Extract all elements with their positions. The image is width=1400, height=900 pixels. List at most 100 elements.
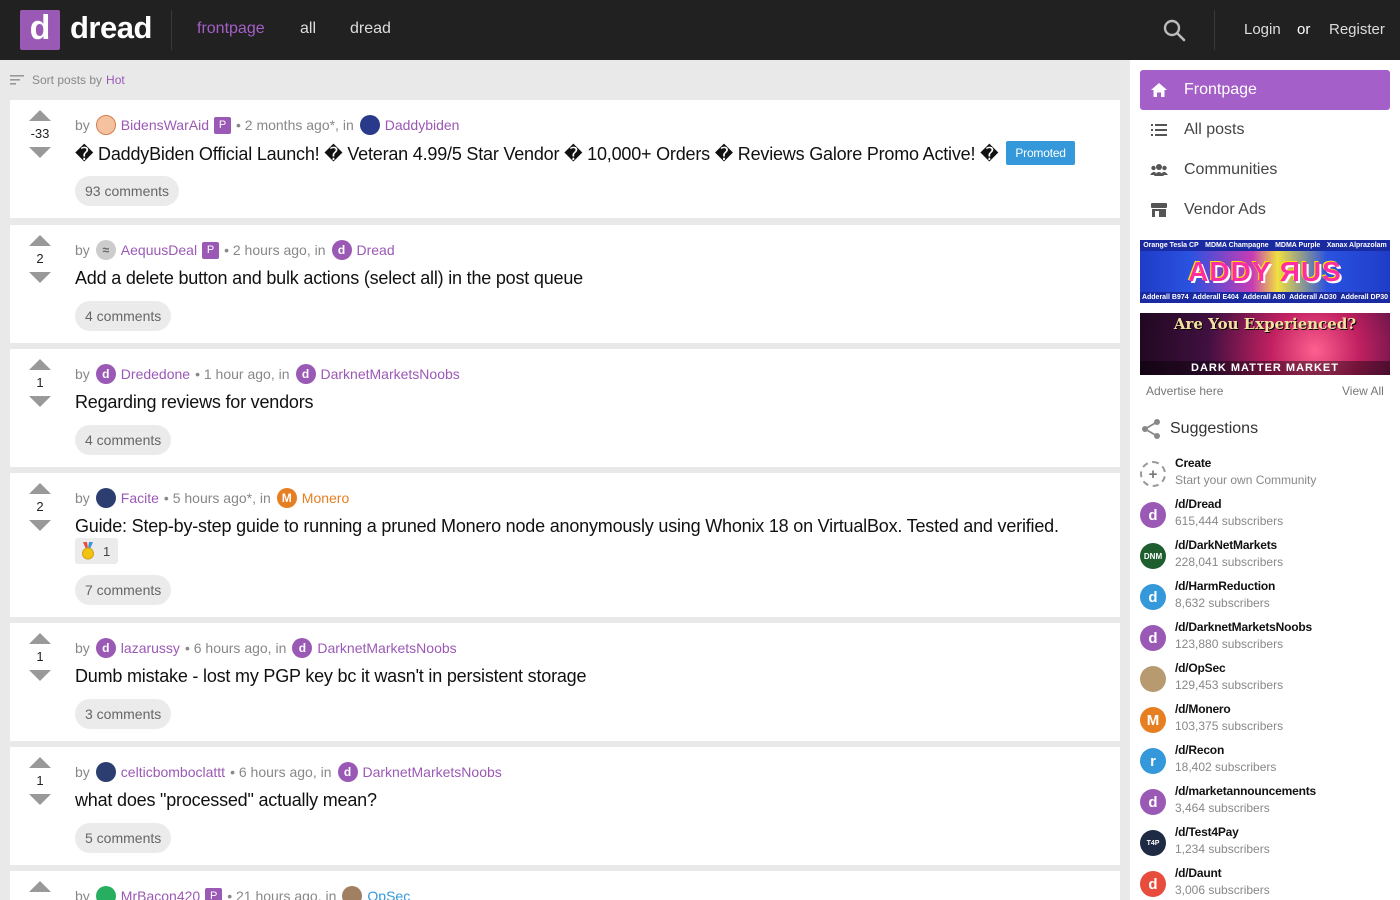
community-avatar[interactable]: d [295,364,316,384]
suggestion-item[interactable]: d /d/Daunt 3,006 subscribers [1140,866,1390,900]
logo-letter: d [29,9,51,47]
site-name[interactable]: dread [70,10,152,46]
view-all-link[interactable]: View All [1342,384,1384,398]
community-avatar[interactable]: d [331,240,352,260]
user-avatar[interactable]: d [95,638,116,658]
award-count: 1 [103,543,111,559]
nav-all[interactable]: all [300,20,316,38]
upvote-icon[interactable] [29,110,51,121]
suggestion-item[interactable]: d /d/Dread 615,444 subscribers [1140,497,1390,533]
downvote-icon[interactable] [29,272,51,283]
downvote-icon[interactable] [29,147,51,158]
suggestion-item[interactable]: T4P /d/Test4Pay 1,234 subscribers [1140,825,1390,861]
downvote-icon[interactable] [29,396,51,407]
post-author[interactable]: Facite [121,490,159,506]
community-avatar[interactable]: d [337,762,358,782]
community-avatar[interactable]: d [292,638,313,658]
community-avatar [1140,666,1166,692]
post-title[interactable]: Regarding reviews for vendors [75,392,314,413]
banner-ad-addyrus[interactable]: Orange Tesla CP MDMA Champagne MDMA Purp… [1140,240,1390,303]
monero-icon: M [1140,707,1166,733]
upvote-icon[interactable] [29,235,51,246]
user-avatar[interactable] [95,762,116,782]
nav-frontpage[interactable]: frontpage [197,20,265,38]
upvote-icon[interactable] [29,359,51,370]
suggestion-item[interactable]: r /d/Recon 18,402 subscribers [1140,743,1390,779]
post-meta: by Facite • 5 hours ago*, in M Monero [75,488,349,508]
comments-button[interactable]: 7 comments [75,575,172,605]
advertise-link[interactable]: Advertise here [1146,384,1223,398]
suggestion-sub: 8,632 subscribers [1175,596,1270,610]
user-avatar[interactable] [95,115,116,135]
sort-control[interactable]: Sort posts by Hot [10,72,125,88]
comments-button[interactable]: 4 comments [75,425,172,455]
suggestion-item[interactable]: M /d/Monero 103,375 subscribers [1140,702,1390,738]
post-author[interactable]: Drededone [121,366,190,382]
suggestion-item[interactable]: DNM /d/DarkNetMarkets 228,041 subscriber… [1140,538,1390,574]
sort-value[interactable]: Hot [106,73,125,87]
comments-button[interactable]: 5 comments [75,823,172,853]
banner-ad-dark-matter[interactable]: Are You Experienced? DARK MATTER MARKET [1140,313,1390,375]
community-avatar[interactable] [342,886,363,900]
post-title[interactable]: Add a delete button and bulk actions (se… [75,268,583,289]
post-author[interactable]: MrBacon420 [121,888,200,900]
dread-logo-icon[interactable]: d [20,10,60,50]
post-card: 2 by Facite • 5 hours ago*, in M Monero … [10,473,1120,617]
user-avatar[interactable]: d [95,364,116,384]
upvote-icon[interactable] [29,633,51,644]
post-community[interactable]: Monero [302,490,349,506]
suggestion-item[interactable]: d /d/marketannouncements 3,464 subscribe… [1140,784,1390,820]
sidebar-item-communities[interactable]: Communities [1140,150,1390,190]
downvote-icon[interactable] [29,794,51,805]
suggestion-item[interactable]: d /d/HarmReduction 8,632 subscribers [1140,579,1390,615]
sidebar-item-frontpage[interactable]: Frontpage [1140,70,1390,110]
community-avatar: r [1140,748,1166,774]
post-title[interactable]: what does "processed" actually mean? [75,790,377,811]
post-community[interactable]: Dread [357,242,395,258]
post-title[interactable]: Dumb mistake - lost my PGP key bc it was… [75,666,586,687]
upvote-icon[interactable] [29,483,51,494]
comments-button[interactable]: 93 comments [75,176,180,206]
search-icon[interactable] [1162,18,1186,42]
user-avatar[interactable]: ≈ [95,240,116,260]
sidebar-item-vendor-ads[interactable]: Vendor Ads [1140,190,1390,230]
post-meta: by ≈ AequusDeal P • 2 hours ago, in d Dr… [75,240,395,260]
suggestion-item[interactable]: /d/OpSec 129,453 subscribers [1140,661,1390,697]
monero-icon[interactable]: M [276,488,297,508]
login-link[interactable]: Login [1244,21,1281,38]
post-author[interactable]: BidensWarAid [121,117,209,133]
post-author[interactable]: AequusDeal [121,242,197,258]
post-author[interactable]: celticbomboclattt [121,764,225,780]
upvote-icon[interactable] [29,757,51,768]
register-link[interactable]: Register [1329,21,1385,38]
community-avatar[interactable] [359,115,380,135]
or-text: or [1297,21,1311,38]
user-avatar[interactable] [95,488,116,508]
downvote-icon[interactable] [29,670,51,681]
suggestion-sub: 103,375 subscribers [1175,719,1284,733]
post-author[interactable]: lazarussy [121,640,180,656]
post-community[interactable]: Daddybiden [385,117,460,133]
upvote-icon[interactable] [29,881,51,892]
post-community[interactable]: DarknetMarketsNoobs [363,764,502,780]
post-title[interactable]: Guide: Step-by-step guide to running a p… [75,516,1059,537]
sidebar-item-all-posts[interactable]: All posts [1140,110,1390,150]
comments-button[interactable]: 3 comments [75,699,172,729]
community-avatar: d [1140,584,1166,610]
suggestions-header: Suggestions [1140,418,1258,440]
award-badge[interactable]: 1 [75,538,119,564]
by-label: by [75,888,90,900]
post-title[interactable]: � DaddyBiden Official Launch! � Veteran … [75,144,999,164]
comments-button[interactable]: 4 comments [75,301,172,331]
community-avatar: d [1140,502,1166,528]
suggestion-create[interactable]: + Create Start your own Community [1140,456,1390,492]
downvote-icon[interactable] [29,520,51,531]
post-community[interactable]: DarknetMarketsNoobs [317,640,456,656]
post-community[interactable]: DarknetMarketsNoobs [321,366,460,382]
user-avatar[interactable] [95,886,116,900]
suggestion-item[interactable]: d /d/DarknetMarketsNoobs 123,880 subscri… [1140,620,1390,656]
nav-dread[interactable]: dread [350,20,391,38]
post-community[interactable]: OpSec [367,888,410,900]
post-meta: by MrBacon420 P • 21 hours ago, in OpSec [75,886,410,900]
home-icon [1150,81,1168,99]
